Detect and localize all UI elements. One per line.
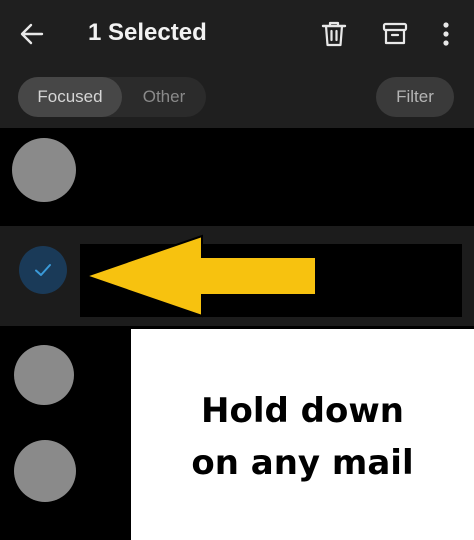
avatar (12, 138, 76, 202)
selection-count-title: 1 Selected (88, 19, 207, 46)
more-options-button[interactable] (426, 14, 466, 54)
selection-app-bar: 1 Selected (0, 0, 474, 68)
focused-tab[interactable]: Focused (18, 77, 122, 117)
instruction-line-1: Hold down (201, 391, 404, 431)
mail-list-item[interactable] (0, 128, 474, 226)
mail-app-screen: 1 Selected Focused Other Filter Hold dow… (0, 0, 474, 540)
instruction-line-2: on any mail (191, 443, 414, 483)
pointer-arrow-icon (84, 234, 317, 318)
filter-button[interactable]: Filter (376, 77, 454, 117)
archive-button[interactable] (375, 14, 415, 54)
trash-icon (321, 21, 347, 47)
selected-checkmark-avatar[interactable] (19, 246, 67, 294)
inbox-segmented-control: Focused Other (18, 77, 206, 117)
archive-icon (382, 22, 408, 45)
avatar[interactable] (14, 440, 76, 502)
more-vertical-icon (443, 22, 449, 46)
instruction-panel: Hold down on any mail (128, 326, 474, 540)
back-button[interactable] (12, 14, 52, 54)
delete-button[interactable] (314, 14, 354, 54)
avatar[interactable] (14, 345, 74, 405)
inbox-filter-bar: Focused Other Filter (0, 68, 474, 128)
other-tab[interactable]: Other (122, 77, 206, 117)
instruction-text: Hold down on any mail (131, 385, 474, 489)
back-arrow-icon (20, 23, 44, 45)
checkmark-icon (35, 264, 51, 276)
